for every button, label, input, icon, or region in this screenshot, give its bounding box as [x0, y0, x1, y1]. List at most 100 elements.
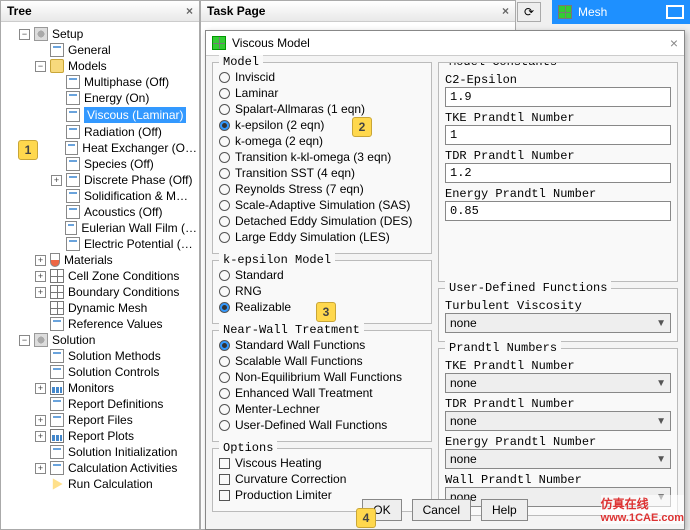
- badge-3: 3: [316, 302, 336, 322]
- tree-item[interactable]: Energy (On): [3, 90, 197, 106]
- option-label: Detached Eddy Simulation (DES): [235, 214, 412, 228]
- tree-item[interactable]: Solution Controls: [3, 364, 197, 380]
- tree-item[interactable]: Eulerian Wall Film (…: [3, 220, 197, 236]
- tree-title-text: Tree: [7, 4, 32, 18]
- option-label: Inviscid: [235, 70, 275, 84]
- tree-item-label: Energy (On): [84, 91, 149, 105]
- tree-item[interactable]: +Discrete Phase (Off): [3, 172, 197, 188]
- option-label: Laminar: [235, 86, 278, 100]
- tree-toggle-icon[interactable]: −: [19, 29, 30, 40]
- viscous-dialog: Viscous Model × Model InviscidLaminarSpa…: [205, 30, 685, 530]
- help-button[interactable]: Help: [481, 499, 528, 521]
- tree-item[interactable]: Report Definitions: [3, 396, 197, 412]
- tree-item[interactable]: +Materials: [3, 252, 197, 268]
- tree-item[interactable]: Run Calculation: [3, 476, 197, 492]
- tree-toggle-icon[interactable]: +: [35, 271, 46, 282]
- cancel-button[interactable]: Cancel: [412, 499, 471, 521]
- radio-option[interactable]: RNG: [219, 283, 425, 299]
- radio-option[interactable]: User-Defined Wall Functions: [219, 417, 425, 433]
- radio-option[interactable]: k-epsilon (2 eqn): [219, 117, 425, 133]
- tree-item[interactable]: Acoustics (Off): [3, 204, 197, 220]
- combo-energy-prandtl-number[interactable]: none▼: [445, 449, 671, 469]
- tree-item[interactable]: +Report Plots: [3, 428, 197, 444]
- tree-item[interactable]: Electric Potential (…: [3, 236, 197, 252]
- tree-item[interactable]: −Models: [3, 58, 197, 74]
- radio-option[interactable]: Transition k-kl-omega (3 eqn): [219, 149, 425, 165]
- tree-item[interactable]: Reference Values: [3, 316, 197, 332]
- tree-toggle-icon[interactable]: +: [51, 175, 62, 186]
- radio-option[interactable]: k-omega (2 eqn): [219, 133, 425, 149]
- tree-toggle-icon[interactable]: −: [19, 335, 30, 346]
- tree-item[interactable]: +Calculation Activities: [3, 460, 197, 476]
- radio-option[interactable]: Spalart-Allmaras (1 eqn): [219, 101, 425, 117]
- task-close-icon[interactable]: ×: [502, 4, 509, 18]
- tree-toggle-icon[interactable]: −: [35, 61, 46, 72]
- tree-item[interactable]: Viscous (Laminar): [3, 106, 197, 124]
- tree-toggle-icon[interactable]: +: [35, 287, 46, 298]
- watermark-line2: www.1CAE.com: [601, 512, 684, 524]
- doc-icon: [66, 91, 80, 105]
- input-c2-epsilon[interactable]: [445, 87, 671, 107]
- radio-option[interactable]: Inviscid: [219, 69, 425, 85]
- tree-item[interactable]: Radiation (Off): [3, 124, 197, 140]
- radio-icon: [219, 136, 230, 147]
- refresh-button[interactable]: ⟳: [517, 2, 541, 22]
- radio-option[interactable]: Laminar: [219, 85, 425, 101]
- group-udf-label: User-Defined Functions: [445, 281, 611, 295]
- radio-option[interactable]: Scalable Wall Functions: [219, 353, 425, 369]
- tree-item[interactable]: Solution Initialization: [3, 444, 197, 460]
- tree-item[interactable]: Solution Methods: [3, 348, 197, 364]
- tree-item[interactable]: −Setup: [3, 26, 197, 42]
- option-label: Menter-Lechner: [235, 402, 320, 416]
- tree-close-icon[interactable]: ×: [186, 4, 193, 18]
- chart-icon: [50, 429, 64, 443]
- tree-toggle-icon[interactable]: +: [35, 255, 46, 266]
- tree-item[interactable]: Multiphase (Off): [3, 74, 197, 90]
- dialog-close-icon[interactable]: ×: [670, 35, 678, 51]
- input-tdr-prandtl-number[interactable]: [445, 163, 671, 183]
- tree-item[interactable]: −Solution: [3, 332, 197, 348]
- radio-option[interactable]: Detached Eddy Simulation (DES): [219, 213, 425, 229]
- tree-item[interactable]: Solidification & M…: [3, 188, 197, 204]
- radio-option[interactable]: Non-Equilibrium Wall Functions: [219, 369, 425, 385]
- radio-option[interactable]: Transition SST (4 eqn): [219, 165, 425, 181]
- input-energy-prandtl-number[interactable]: [445, 201, 671, 221]
- combo-turbulent-viscosity[interactable]: none▼: [445, 313, 671, 333]
- radio-option[interactable]: Enhanced Wall Treatment: [219, 385, 425, 401]
- radio-option[interactable]: Menter-Lechner: [219, 401, 425, 417]
- tree-item[interactable]: +Monitors: [3, 380, 197, 396]
- tree-item[interactable]: General: [3, 42, 197, 58]
- badge-1: 1: [18, 140, 38, 160]
- combo-tke-prandtl-number[interactable]: none▼: [445, 373, 671, 393]
- radio-option[interactable]: Large Eddy Simulation (LES): [219, 229, 425, 245]
- tree-toggle-icon[interactable]: +: [35, 431, 46, 442]
- mesh-label: Mesh: [578, 5, 607, 19]
- radio-option[interactable]: Reynolds Stress (7 eqn): [219, 181, 425, 197]
- tree-item[interactable]: +Cell Zone Conditions: [3, 268, 197, 284]
- tree-item-label: Electric Potential (…: [84, 237, 193, 251]
- radio-icon: [219, 184, 230, 195]
- radio-option[interactable]: Scale-Adaptive Simulation (SAS): [219, 197, 425, 213]
- radio-icon: [219, 372, 230, 383]
- group-model: Model InviscidLaminarSpalart-Allmaras (1…: [212, 62, 432, 254]
- tree-toggle-icon[interactable]: +: [35, 383, 46, 394]
- radio-icon: [219, 270, 230, 281]
- field-label: Wall Prandtl Number: [445, 473, 671, 487]
- input-tke-prandtl-number[interactable]: [445, 125, 671, 145]
- cog-icon: [34, 333, 48, 347]
- group-udf: User-Defined Functions Turbulent Viscosi…: [438, 288, 678, 342]
- radio-option[interactable]: Standard Wall Functions: [219, 337, 425, 353]
- check-option[interactable]: Curvature Correction: [219, 471, 425, 487]
- maximize-icon[interactable]: [666, 5, 684, 19]
- option-label: User-Defined Wall Functions: [235, 418, 387, 432]
- tree-item[interactable]: +Report Files: [3, 412, 197, 428]
- option-label: Standard Wall Functions: [235, 338, 365, 352]
- tree-toggle-icon[interactable]: +: [35, 463, 46, 474]
- combo-tdr-prandtl-number[interactable]: none▼: [445, 411, 671, 431]
- tree-item[interactable]: +Boundary Conditions: [3, 284, 197, 300]
- radio-option[interactable]: Standard: [219, 267, 425, 283]
- check-option[interactable]: Viscous Heating: [219, 455, 425, 471]
- tree-toggle-icon[interactable]: +: [35, 415, 46, 426]
- option-label: Scalable Wall Functions: [235, 354, 363, 368]
- tree-item[interactable]: Dynamic Mesh: [3, 300, 197, 316]
